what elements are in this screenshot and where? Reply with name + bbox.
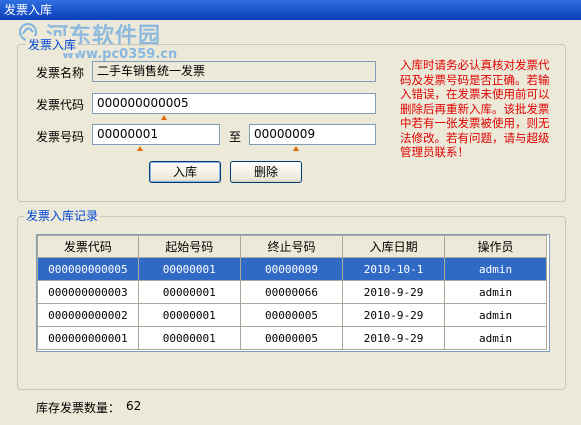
cell-stock-date: 2010-10-1 xyxy=(342,257,446,281)
to-label: 至 xyxy=(229,130,242,144)
records-table: 发票代码 起始号码 终止号码 入库日期 操作员 000000000005 000… xyxy=(37,235,547,350)
cell-end-number: 00000005 xyxy=(239,303,344,327)
required-marker-icon xyxy=(293,146,299,151)
invoice-code-label: 发票代码 xyxy=(36,98,85,112)
cell-start-number: 00000001 xyxy=(137,326,241,350)
invoice-entry-legend: 发票入库 xyxy=(26,36,79,53)
table-header-row: 发票代码 起始号码 终止号码 入库日期 操作员 xyxy=(37,235,547,258)
stock-in-button[interactable]: 入库 xyxy=(149,161,221,183)
table-row[interactable]: 000000000001 00000001 00000005 2010-9-29… xyxy=(37,326,547,350)
cell-end-number: 00000066 xyxy=(239,280,344,304)
cell-operator: admin xyxy=(444,326,547,350)
cell-operator: admin xyxy=(444,303,547,327)
column-header-end-number[interactable]: 终止号码 xyxy=(239,235,344,258)
cell-invoice-code: 000000000005 xyxy=(37,257,139,281)
invoice-name-label: 发票名称 xyxy=(36,66,85,80)
end-number-input[interactable]: 00000009 xyxy=(249,124,376,145)
invoice-number-label: 发票号码 xyxy=(36,130,85,144)
stock-in-notice: 入库时请务必认真核对发票代码及发票号码是否正确。若输入错误，在发票未使用前可以删… xyxy=(400,58,550,159)
stock-count-label: 库存发票数量： xyxy=(36,401,121,415)
stock-count-value: 62 xyxy=(126,399,142,413)
cell-start-number: 00000001 xyxy=(137,280,241,304)
cell-invoice-code: 000000000001 xyxy=(37,326,139,350)
column-header-start-number[interactable]: 起始号码 xyxy=(137,235,241,258)
cell-end-number: 00000005 xyxy=(239,326,344,350)
required-marker-icon xyxy=(161,115,167,120)
required-marker-icon xyxy=(137,146,143,151)
column-header-invoice-code[interactable]: 发票代码 xyxy=(37,235,139,258)
cell-operator: admin xyxy=(444,280,547,304)
table-row[interactable]: 000000000005 00000001 00000009 2010-10-1… xyxy=(37,257,547,281)
cell-start-number: 00000001 xyxy=(137,303,241,327)
cell-invoice-code: 000000000003 xyxy=(37,280,139,304)
cell-stock-date: 2010-9-29 xyxy=(342,303,446,327)
cell-stock-date: 2010-9-29 xyxy=(342,280,446,304)
table-row[interactable]: 000000000002 00000001 00000005 2010-9-29… xyxy=(37,303,547,327)
window-titlebar[interactable]: 发票入库 xyxy=(0,0,581,20)
invoice-name-field[interactable]: 二手车销售统一发票 xyxy=(92,61,376,82)
cell-start-number: 00000001 xyxy=(137,257,241,281)
records-legend: 发票入库记录 xyxy=(24,207,101,224)
cell-stock-date: 2010-9-29 xyxy=(342,326,446,350)
delete-button[interactable]: 删除 xyxy=(230,161,302,183)
cell-operator: admin xyxy=(444,257,547,281)
table-row[interactable]: 000000000003 00000001 00000066 2010-9-29… xyxy=(37,280,547,304)
cell-end-number: 00000009 xyxy=(239,257,344,281)
window-title: 发票入库 xyxy=(4,3,53,17)
invoice-code-input[interactable]: 000000000005 xyxy=(92,93,376,114)
column-header-stock-date[interactable]: 入库日期 xyxy=(342,235,446,258)
cell-invoice-code: 000000000002 xyxy=(37,303,139,327)
column-header-operator[interactable]: 操作员 xyxy=(444,235,547,258)
start-number-input[interactable]: 00000001 xyxy=(92,124,220,145)
